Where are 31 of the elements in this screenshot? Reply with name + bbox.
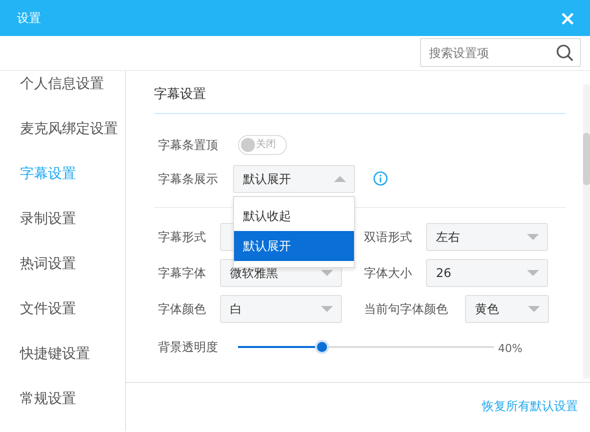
dropdown-option[interactable]: 默认收起 [234, 201, 354, 231]
field-label: 字体大小 [364, 264, 413, 282]
dropdown-option[interactable]: 默认展开 [234, 231, 354, 261]
sidebar-item[interactable]: 文件设置 [0, 299, 125, 344]
field-label: 字幕形式 [158, 228, 207, 246]
slider-value: 40% [498, 341, 522, 358]
field-label: 字体颜色 [158, 300, 207, 318]
field-label: 字幕条展示 [158, 170, 219, 188]
sidebar-item[interactable]: 录制设置 [0, 209, 125, 254]
search-field[interactable]: 搜索设置项 [420, 38, 581, 67]
dropdown-select[interactable]: 黄色 [465, 294, 549, 322]
slider-thumb[interactable] [317, 342, 328, 352]
sidebar-item[interactable]: 快捷键设置 [0, 344, 125, 389]
section-title: 字幕设置 [154, 77, 566, 114]
sidebar-item[interactable]: 个人信息设置 [0, 74, 125, 119]
dropdown-select[interactable]: 默认展开 [233, 164, 355, 192]
dropdown-select[interactable]: 白 [220, 294, 342, 322]
window-title: 设置 [17, 10, 41, 27]
slider-label: 背景透明度 [158, 338, 219, 356]
field-label: 双语形式 [364, 228, 413, 246]
scrollbar[interactable] [583, 84, 590, 379]
dropdown-select[interactable]: 左右 [426, 222, 548, 250]
field-label: 字幕字体 [158, 264, 207, 282]
sidebar-item[interactable]: 麦克风绑定设置 [0, 119, 125, 164]
sidebar-item[interactable]: 常规设置 [0, 389, 125, 432]
search-icon[interactable] [556, 44, 574, 62]
dropdown-select[interactable]: 26 [426, 258, 548, 286]
field-label: 当前句字体颜色 [364, 300, 449, 318]
field-label: 字幕条置顶 [158, 136, 219, 154]
info-icon[interactable] [373, 171, 388, 186]
sidebar-item[interactable]: 热词设置 [0, 254, 125, 299]
